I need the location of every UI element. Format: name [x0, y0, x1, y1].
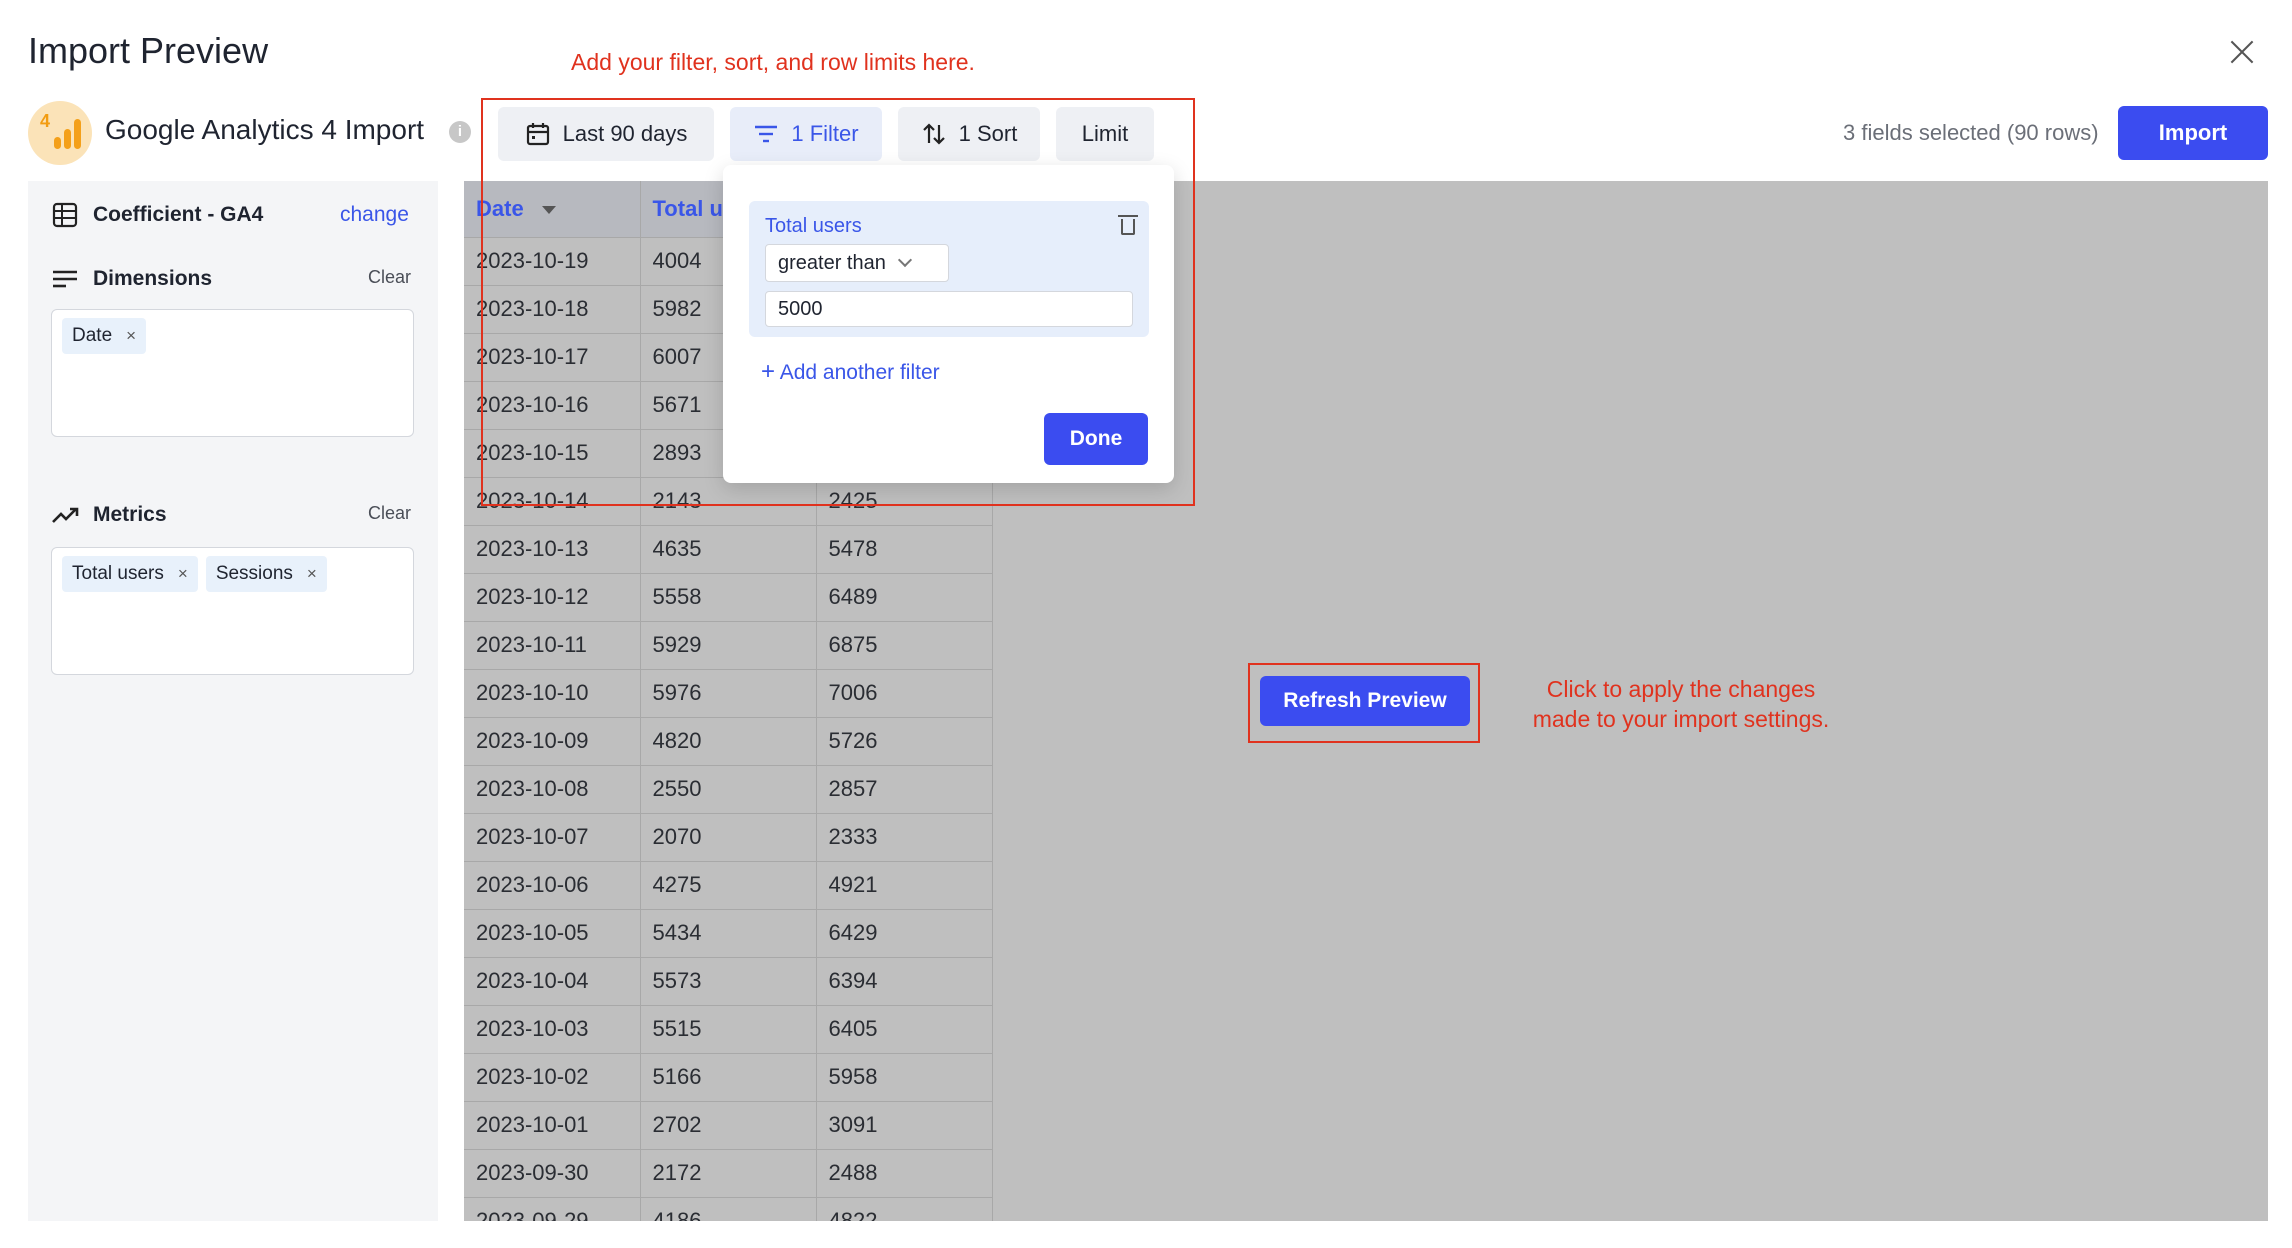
remove-chip-icon[interactable]: × [307, 564, 317, 584]
table-cell: 6394 [816, 956, 993, 1005]
page-title: Import Preview [28, 30, 269, 71]
table-cell: 2550 [640, 764, 817, 813]
table-row: 2023-09-29 4186 4822 [464, 1196, 993, 1221]
connection-name: Coefficient - GA4 [93, 203, 264, 226]
metric-chip: Sessions × [205, 556, 327, 592]
table-cell: 3091 [816, 1100, 993, 1149]
table-cell: 6405 [816, 1004, 993, 1053]
dimensions-clear-button[interactable]: Clear [368, 267, 411, 288]
table-cell: 2023-10-11 [464, 620, 641, 669]
table-cell: 5515 [640, 1004, 817, 1053]
table-cell: 2023-10-12 [464, 572, 641, 621]
table-cell: 5726 [816, 716, 993, 765]
table-row: 2023-10-07 2070 2333 [464, 812, 993, 861]
table-cell: 2857 [816, 764, 993, 813]
metric-chip: Total users × [62, 556, 198, 592]
dimension-chip: Date × [62, 318, 147, 354]
table-cell: 7006 [816, 668, 993, 717]
table-cell: 2023-10-04 [464, 956, 641, 1005]
table-cell: 2023-10-13 [464, 524, 641, 573]
metrics-heading: Metrics [93, 503, 167, 526]
table-cell: 4822 [816, 1196, 993, 1221]
table-row: 2023-10-11 5929 6875 [464, 620, 993, 669]
table-row: 2023-10-01 2702 3091 [464, 1100, 993, 1149]
table-cell: 4820 [640, 716, 817, 765]
table-cell: 2702 [640, 1100, 817, 1149]
table-row: 2023-10-09 4820 5726 [464, 716, 993, 765]
dimensions-icon [53, 270, 77, 288]
table-cell: 2023-10-07 [464, 812, 641, 861]
table-cell: 2023-10-09 [464, 716, 641, 765]
metrics-clear-button[interactable]: Clear [368, 503, 411, 524]
dimensions-heading: Dimensions [93, 267, 213, 290]
table-cell: 2070 [640, 812, 817, 861]
table-cell: 5558 [640, 572, 817, 621]
table-cell: 4275 [640, 860, 817, 909]
table-cell: 2023-10-06 [464, 860, 641, 909]
table-row: 2023-10-03 5515 6405 [464, 1004, 993, 1053]
annotation-refresh-text: Click to apply the changes made to your … [1532, 676, 1830, 732]
ga4-logo: 4 [28, 101, 92, 165]
table-cell: 5976 [640, 668, 817, 717]
table-cell: 2023-10-03 [464, 1004, 641, 1053]
table-cell: 6875 [816, 620, 993, 669]
table-cell: 2023-09-29 [464, 1196, 641, 1221]
table-cell: 5434 [640, 908, 817, 957]
table-cell: 2023-10-10 [464, 668, 641, 717]
table-cell: 4635 [640, 524, 817, 573]
table-row: 2023-10-04 5573 6394 [464, 956, 993, 1005]
table-cell: 2023-10-08 [464, 764, 641, 813]
table-cell: 2333 [816, 812, 993, 861]
table-cell: 4921 [816, 860, 993, 909]
table-icon [52, 202, 78, 228]
refresh-preview-button[interactable]: Refresh Preview [1260, 676, 1470, 726]
table-cell: 2488 [816, 1148, 993, 1197]
source-name: Google Analytics 4 Import [105, 114, 425, 145]
table-cell: 5478 [816, 524, 993, 573]
table-row: 2023-10-02 5166 5958 [464, 1052, 993, 1101]
fields-selected-count: 3 fields selected (90 rows) [1843, 120, 2099, 145]
annotation-toolbar-text: Add your filter, sort, and row limits he… [571, 49, 975, 75]
table-row: 2023-10-08 2550 2857 [464, 764, 993, 813]
remove-chip-icon[interactable]: × [126, 326, 136, 346]
table-cell: 2023-10-02 [464, 1052, 641, 1101]
close-icon[interactable] [2224, 34, 2260, 70]
table-row: 2023-09-30 2172 2488 [464, 1148, 993, 1197]
dimensions-box[interactable]: Date × [51, 309, 414, 437]
table-row: 2023-10-13 4635 5478 [464, 524, 993, 573]
table-cell: 4186 [640, 1196, 817, 1221]
table-cell: 2023-10-05 [464, 908, 641, 957]
change-connection-link[interactable]: change [340, 203, 409, 227]
metrics-trend-icon [52, 507, 79, 523]
table-cell: 2172 [640, 1148, 817, 1197]
remove-chip-icon[interactable]: × [178, 564, 188, 584]
table-row: 2023-10-05 5434 6429 [464, 908, 993, 957]
table-cell: 5166 [640, 1052, 817, 1101]
table-cell: 2023-10-01 [464, 1100, 641, 1149]
table-row: 2023-10-12 5558 6489 [464, 572, 993, 621]
table-cell: 6489 [816, 572, 993, 621]
table-cell: 2023-09-30 [464, 1148, 641, 1197]
table-cell: 6429 [816, 908, 993, 957]
info-icon[interactable]: i [449, 121, 471, 143]
import-button[interactable]: Import [2118, 106, 2268, 160]
annotation-box-toolbar [481, 98, 1195, 506]
metrics-box[interactable]: Total users × Sessions × [51, 547, 414, 675]
table-cell: 5929 [640, 620, 817, 669]
table-row: 2023-10-06 4275 4921 [464, 860, 993, 909]
table-cell: 5958 [816, 1052, 993, 1101]
sidebar: Coefficient - GA4 change Dimensions Clea… [28, 181, 438, 1221]
table-row: 2023-10-10 5976 7006 [464, 668, 993, 717]
table-cell: 5573 [640, 956, 817, 1005]
